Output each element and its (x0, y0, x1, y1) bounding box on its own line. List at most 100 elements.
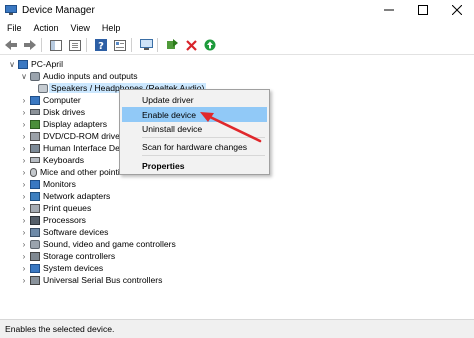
tree-item-label: Human Interface Devi (43, 143, 127, 153)
forward-button[interactable] (22, 37, 38, 53)
toolbar-separator (86, 38, 87, 52)
expand-chevron-icon[interactable]: › (20, 238, 28, 250)
storage-controller-icon (30, 251, 40, 261)
expand-chevron-icon[interactable]: › (20, 226, 28, 238)
scan-hardware-button[interactable] (138, 37, 154, 53)
expand-chevron-icon[interactable]: › (20, 94, 28, 106)
expand-chevron-icon[interactable]: › (20, 250, 28, 262)
status-bar: Enables the selected device. (0, 319, 474, 338)
tree-item-keyboards[interactable]: › Keyboards (20, 154, 84, 166)
tree-item-label: System devices (43, 263, 104, 273)
tree-item-label: Sound, video and game controllers (43, 239, 176, 249)
monitor-icon (30, 179, 40, 189)
tree-item-processors[interactable]: › Processors (20, 214, 86, 226)
tree-item-print-queues[interactable]: › Print queues (20, 202, 92, 214)
toolbar-separator (131, 38, 132, 52)
back-button[interactable] (3, 37, 19, 53)
network-adapter-icon (30, 191, 40, 201)
expand-chevron-icon[interactable]: › (20, 166, 28, 178)
context-menu: Update driver Enable device Uninstall de… (119, 89, 270, 175)
menu-help[interactable]: Help (97, 23, 126, 33)
expand-chevron-icon[interactable]: › (20, 130, 28, 142)
speaker-icon (30, 71, 40, 81)
tree-item-system-devices[interactable]: › System devices (20, 262, 104, 274)
menu-item-scan-hardware[interactable]: Scan for hardware changes (122, 139, 267, 154)
update-driver-icon (167, 39, 178, 49)
tree-item-disk-drives[interactable]: › Disk drives (20, 106, 85, 118)
printer-icon (30, 203, 40, 213)
menu-separator (142, 155, 265, 156)
collapse-chevron-icon[interactable]: ∨ (20, 70, 28, 82)
menu-item-uninstall-device[interactable]: Uninstall device (122, 121, 267, 136)
speaker-disabled-icon (38, 83, 48, 93)
tree-item-sound-controllers[interactable]: › Sound, video and game controllers (20, 238, 176, 250)
menu-action[interactable]: Action (29, 23, 64, 33)
menu-file[interactable]: File (2, 23, 27, 33)
tree-item-usb-controllers[interactable]: › Universal Serial Bus controllers (20, 274, 163, 286)
tree-item-label: Audio inputs and outputs (43, 71, 138, 81)
tree-item-software-devices[interactable]: › Software devices (20, 226, 109, 238)
keyboard-icon (30, 157, 40, 163)
tree-item-label: Print queues (43, 203, 92, 213)
menu-bar: File Action View Help (0, 20, 474, 36)
tree-item-label: Monitors (43, 179, 76, 189)
expand-chevron-icon[interactable]: › (20, 142, 28, 154)
hid-icon (30, 143, 40, 153)
show-hide-console-tree-button[interactable] (48, 37, 64, 53)
software-device-icon (30, 227, 40, 237)
mouse-icon (30, 167, 37, 177)
tree-item-display-adapters[interactable]: › Display adapters (20, 118, 107, 130)
minimize-icon (384, 9, 394, 11)
tree-item-mice[interactable]: › Mice and other pointi (20, 166, 120, 178)
tree-item-monitors[interactable]: › Monitors (20, 178, 76, 190)
menu-item-properties[interactable]: Properties (122, 158, 267, 173)
maximize-button[interactable] (406, 0, 440, 20)
expand-chevron-icon[interactable]: › (20, 202, 28, 214)
dvd-drive-icon (30, 131, 40, 141)
tree-item-dvd-drives[interactable]: › DVD/CD-ROM drives (20, 130, 125, 142)
update-driver-button[interactable] (164, 37, 180, 53)
expand-chevron-icon[interactable]: › (20, 118, 28, 130)
expand-chevron-icon[interactable]: › (20, 262, 28, 274)
tree-item-network-adapters[interactable]: › Network adapters (20, 190, 111, 202)
title-bar: Device Manager (0, 0, 474, 20)
sound-controller-icon (30, 239, 40, 249)
computer-icon (18, 59, 28, 69)
tree-item-computer[interactable]: › Computer (20, 94, 81, 106)
expand-chevron-icon[interactable]: › (20, 106, 28, 118)
menu-item-enable-device[interactable]: Enable device (122, 107, 267, 122)
details-icon (114, 39, 126, 51)
uninstall-button[interactable] (183, 37, 199, 53)
toolbar-separator (157, 38, 158, 52)
show-hide-console-tree-icon (50, 39, 62, 51)
tree-item-label: Keyboards (43, 155, 85, 165)
tree-item-hid[interactable]: › Human Interface Devi (20, 142, 126, 154)
tree-root[interactable]: ∨ PC-April (8, 58, 63, 70)
expand-chevron-icon[interactable]: › (20, 190, 28, 202)
enable-device-icon (204, 39, 216, 51)
uninstall-icon (185, 39, 197, 51)
menu-item-update-driver[interactable]: Update driver (122, 92, 267, 107)
expand-chevron-icon[interactable]: › (20, 178, 28, 190)
tree-item-label: Display adapters (43, 119, 108, 129)
menu-separator (142, 137, 265, 138)
expand-chevron-icon[interactable]: › (20, 214, 28, 226)
help-button[interactable]: ? (93, 37, 109, 53)
menu-view[interactable]: View (66, 23, 95, 33)
expand-chevron-icon[interactable]: › (20, 274, 28, 286)
details-button[interactable] (112, 37, 128, 53)
expand-chevron-icon[interactable]: › (20, 154, 28, 166)
window-title: Device Manager (22, 4, 95, 16)
tree-item-storage-controllers[interactable]: › Storage controllers (20, 250, 115, 262)
tree-item-label: Processors (43, 215, 86, 225)
tree-item-label: Software devices (43, 227, 109, 237)
enable-device-button[interactable] (202, 37, 218, 53)
close-button[interactable] (440, 0, 474, 20)
properties-button[interactable] (67, 37, 83, 53)
collapse-chevron-icon[interactable]: ∨ (8, 58, 16, 70)
tree-item-audio-inputs[interactable]: ∨ Audio inputs and outputs (20, 70, 138, 82)
scan-hardware-icon (139, 39, 153, 50)
minimize-button[interactable] (372, 0, 406, 20)
toolbar-separator (41, 38, 42, 52)
window-controls (372, 0, 474, 20)
